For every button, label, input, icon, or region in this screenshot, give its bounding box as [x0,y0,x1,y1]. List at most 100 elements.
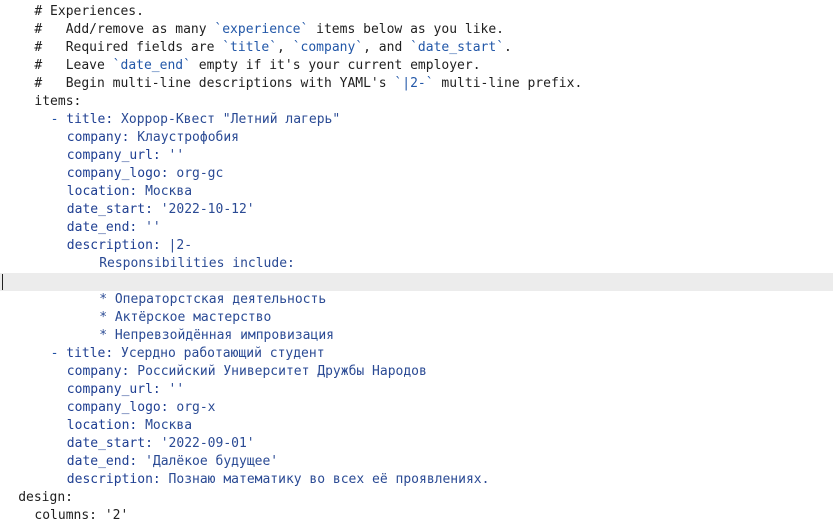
code-line[interactable]: company: Российский Университет Дружбы Н… [2,363,833,381]
code-token: location: [66,184,146,199]
code-token: '' [168,148,185,163]
code-token: Москва [145,184,193,199]
line-content: company_url: '' [67,147,184,165]
code-line[interactable]: # Required fields are `title`, `company`… [2,39,833,57]
line-content: location: Москва [67,417,192,435]
line-content: # Experiences. [34,3,144,21]
code-token: company: [66,130,138,145]
code-token: - [50,346,67,361]
line-content: date_start: '2022-09-01' [67,435,255,453]
code-token: title: [66,112,122,127]
code-token: # Required fields are [34,40,223,55]
code-token: date_end: [66,220,146,235]
code-token: company_url: [66,382,169,397]
code-token: items: [34,94,82,109]
code-line[interactable]: company: Клаустрофобия [2,129,833,147]
line-content: design: [18,489,73,507]
code-line[interactable]: - title: Усердно работающий студент [2,345,833,363]
line-content: location: Москва [67,183,192,201]
code-line[interactable]: columns: '2' [2,507,833,522]
code-token: - [50,112,67,127]
code-token: 'Далёкое будущее' [145,454,279,469]
code-token: '' [145,220,161,235]
code-line[interactable]: # Begin multi-line descriptions with YAM… [2,75,833,93]
code-token: # Add/remove as many [34,22,215,37]
line-content: description: Познаю математику во всех е… [67,471,490,489]
line-content: * Непревзойдённая импровизация [99,327,334,345]
code-token: Клаустрофобия [137,130,239,145]
code-line[interactable]: * Актёрское мастерство [2,309,833,327]
code-line[interactable]: company_url: '' [2,147,833,165]
code-line[interactable]: * Операторстская деятельность [2,291,833,309]
code-line[interactable]: Responsibilities include: [2,255,833,273]
line-content: - title: Хоррор-Квест "Летний лагерь" [51,111,341,129]
code-line[interactable]: date_start: '2022-10-12' [2,201,833,219]
code-line[interactable]: date_end: 'Далёкое будущее' [2,453,833,471]
code-token: title: [66,346,122,361]
code-token: `experience` [214,22,309,37]
code-token: * Операторстская деятельность [99,292,327,307]
code-token: Москва [145,418,193,433]
code-line[interactable]: description: |2- [2,237,833,255]
code-line[interactable]: company_url: '' [2,381,833,399]
line-content: company: Клаустрофобия [67,129,239,147]
code-line[interactable]: date_start: '2022-09-01' [2,435,833,453]
code-editor[interactable]: # Experiences. # Add/remove as many `expe… [0,0,833,522]
code-token: # Begin multi-line descriptions with YAM… [34,76,395,91]
code-token: empty if it's your current employer. [190,58,481,73]
code-line[interactable]: description: Познаю математику во всех е… [2,471,833,489]
code-line[interactable]: company_logo: org-gc [2,165,833,183]
code-line[interactable]: # Add/remove as many `experience` items … [2,21,833,39]
line-content: # Leave `date_end` empty if it's your cu… [34,57,480,75]
code-token: * Непревзойдённая импровизация [99,328,334,343]
code-token: '2' [104,508,129,522]
code-line[interactable]: date_end: '' [2,219,833,237]
code-token: , and [363,40,411,55]
line-content: - title: Усердно работающий студент [51,345,325,363]
code-line[interactable]: - title: Хоррор-Квест "Летний лагерь" [2,111,833,129]
code-line[interactable]: # Experiences. [2,3,833,21]
code-token: `|2-` [394,76,434,91]
line-content: company_url: '' [67,381,184,399]
code-token: Хоррор-Квест "Летний лагерь" [121,112,341,127]
current-line[interactable] [0,273,833,291]
code-token: # Experiences. [34,4,144,19]
text-caret [2,274,3,290]
line-content: company: Российский Университет Дружбы Н… [67,363,427,381]
code-line[interactable]: # Leave `date_end` empty if it's your cu… [2,57,833,75]
line-content: description: |2- [67,237,192,255]
code-token: `company` [292,40,364,55]
code-line[interactable]: company_logo: org-x [2,399,833,417]
code-line[interactable]: items: [2,93,833,111]
code-line[interactable]: location: Москва [2,417,833,435]
code-token: org-gc [176,166,224,181]
code-token: Responsibilities include: [99,256,295,271]
line-content: date_end: 'Далёкое будущее' [67,453,278,471]
code-token: description: [66,238,169,253]
code-line[interactable]: design: [2,489,833,507]
code-token: columns: [34,508,105,522]
line-content: * Операторстская деятельность [99,291,326,309]
code-token: org-x [176,400,216,415]
code-token: Российский Университет Дружбы Народов [137,364,427,379]
code-token: location: [66,418,146,433]
code-line[interactable]: * Непревзойдённая импровизация [2,327,833,345]
line-content: date_end: '' [67,219,161,237]
code-token: |2- [168,238,193,253]
code-token: . [504,40,512,55]
line-content: Responsibilities include: [99,255,295,273]
line-content: columns: '2' [34,507,128,522]
code-token: design: [18,490,73,505]
code-token: '' [168,382,185,397]
code-token: `title` [222,40,278,55]
code-token: Познаю математику во всех её проявлениях… [168,472,490,487]
code-line[interactable]: location: Москва [2,183,833,201]
code-token: date_end: [66,454,146,469]
code-token: Усердно работающий студент [121,346,325,361]
code-token: `date_start` [410,40,505,55]
line-content: # Add/remove as many `experience` items … [34,21,504,39]
code-token: '2022-10-12' [160,202,255,217]
code-token: company_url: [66,148,169,163]
code-token: company_logo: [66,400,177,415]
line-content: date_start: '2022-10-12' [67,201,255,219]
